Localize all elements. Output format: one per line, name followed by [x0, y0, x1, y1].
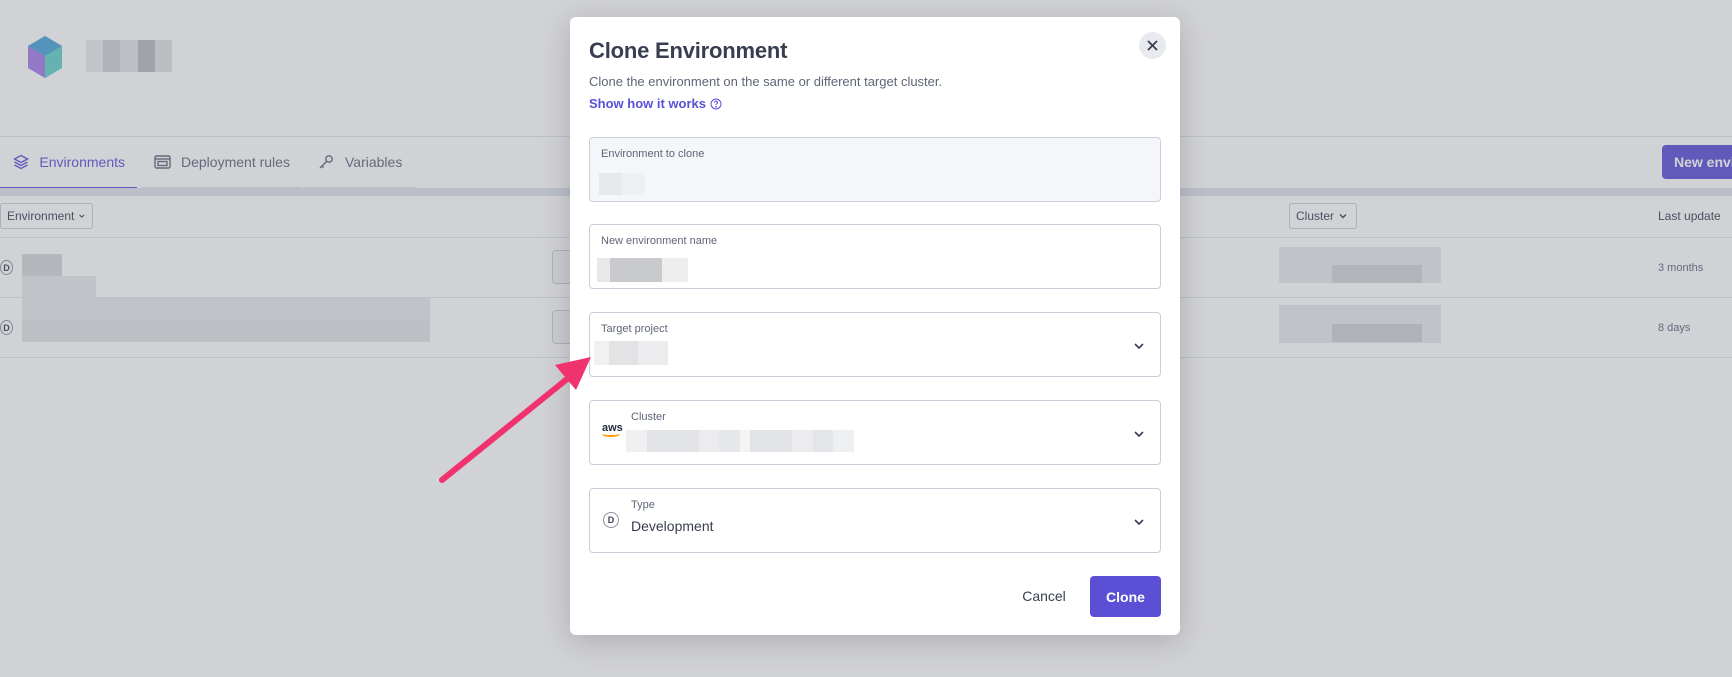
modal-title: Clone Environment: [589, 38, 788, 63]
aws-logo: aws: [602, 423, 623, 437]
target-project-select[interactable]: Target project: [589, 312, 1161, 377]
environment-to-clone-value-redacted: [599, 173, 645, 195]
environment-to-clone-field: Environment to clone: [589, 137, 1161, 202]
new-environment-name-value-redacted: [597, 258, 688, 282]
chevron-down-icon: [1134, 343, 1144, 350]
target-project-label: Target project: [601, 323, 668, 335]
cluster-provider-label: aws: [602, 422, 623, 434]
chevron-down-icon: [1134, 431, 1144, 438]
help-circle-icon: [710, 98, 722, 109]
cluster-select[interactable]: aws Cluster: [589, 400, 1161, 465]
cancel-button[interactable]: Cancel: [1004, 576, 1084, 616]
type-label: Type: [631, 499, 655, 511]
new-environment-name-label: New environment name: [601, 235, 718, 247]
environment-to-clone-label: Environment to clone: [601, 148, 705, 160]
type-value: Development: [631, 518, 714, 534]
close-button[interactable]: [1139, 32, 1166, 59]
clone-button[interactable]: Clone: [1090, 576, 1161, 617]
modal-description: Clone the environment on the same or dif…: [589, 74, 943, 89]
environment-type-badge: D: [603, 512, 619, 528]
show-how-it-works-label: Show how it works: [589, 96, 707, 111]
cluster-value-redacted: [626, 430, 855, 452]
target-project-value-redacted: [594, 341, 668, 365]
close-icon: [1147, 40, 1158, 51]
show-how-it-works-link[interactable]: Show how it works: [589, 96, 722, 111]
cluster-label: Cluster: [631, 411, 666, 423]
type-select[interactable]: D Type Development: [589, 488, 1161, 553]
clone-environment-modal: Clone Environment Clone the environment …: [570, 17, 1180, 635]
new-environment-name-field[interactable]: New environment name: [589, 224, 1161, 289]
chevron-down-icon: [1134, 519, 1144, 526]
